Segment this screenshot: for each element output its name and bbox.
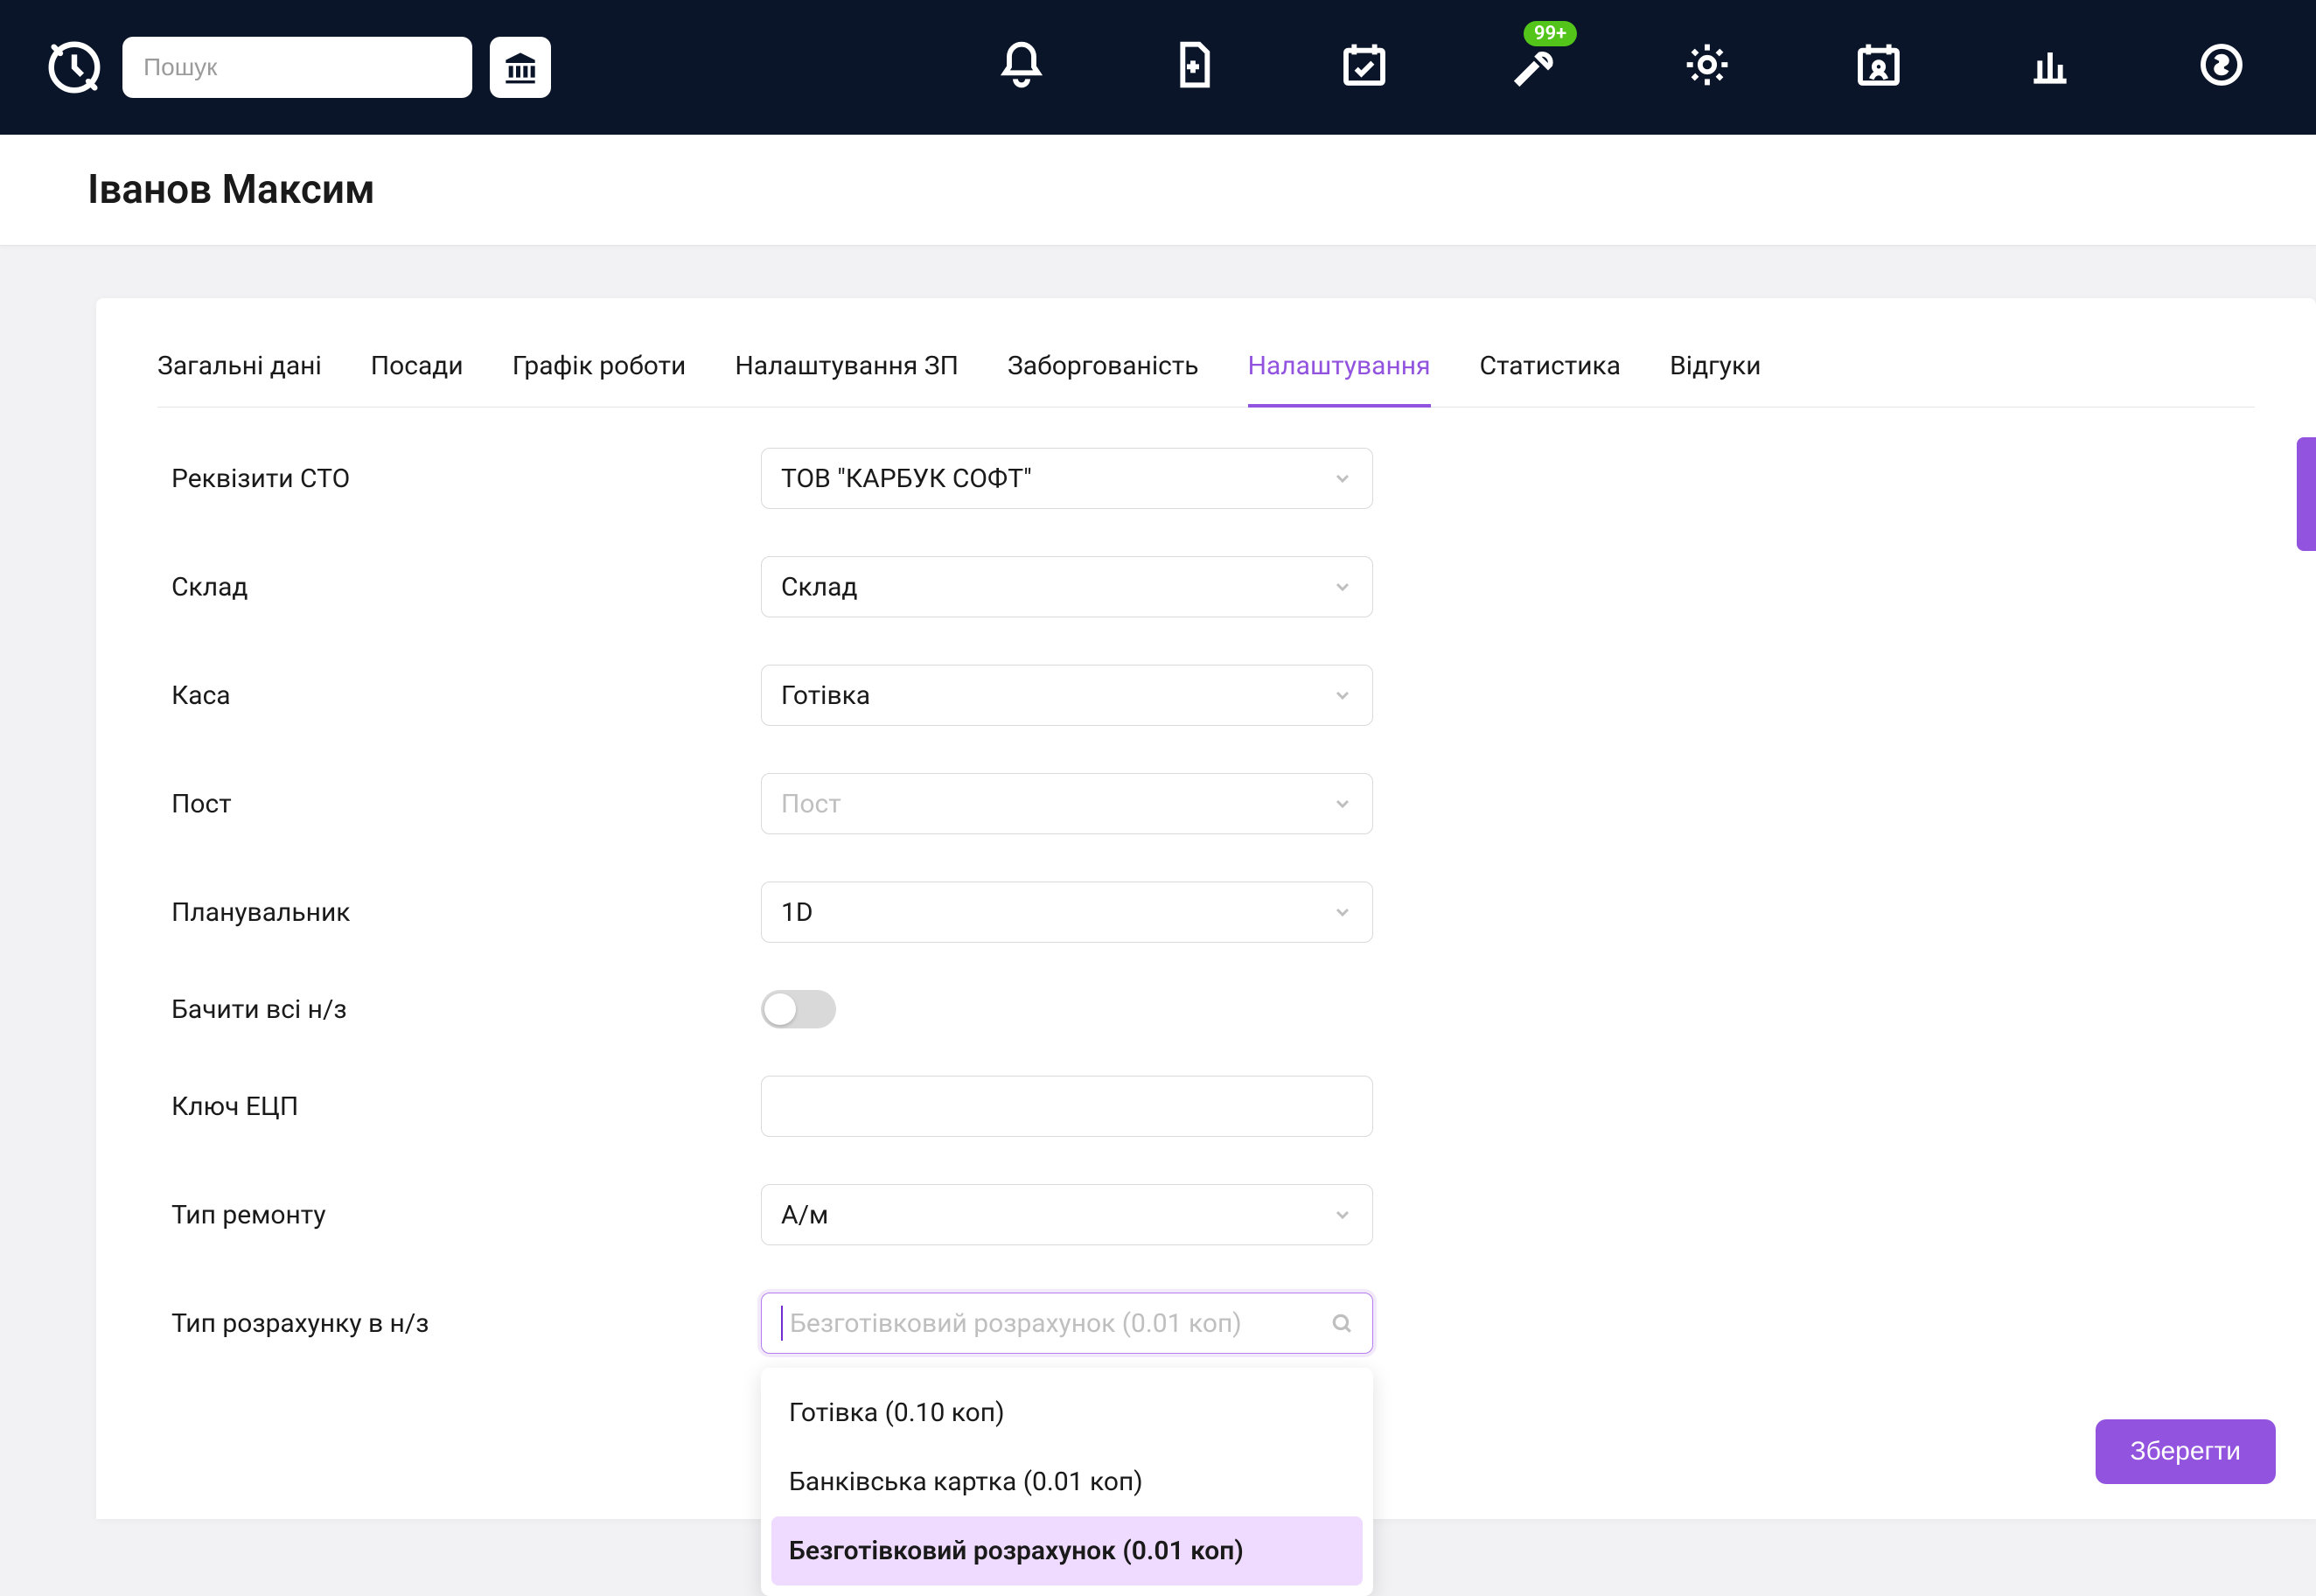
wrench-icon — [1511, 40, 1560, 89]
bank-button[interactable] — [490, 37, 551, 98]
bar-chart-icon — [2026, 40, 2075, 89]
cashbox-label: Каса — [157, 680, 761, 711]
search-icon — [1330, 1312, 1353, 1335]
tab-reviews[interactable]: Відгуки — [1670, 351, 1761, 408]
warehouse-label: Склад — [157, 572, 761, 603]
chevron-down-icon — [1332, 793, 1353, 814]
save-button[interactable]: Зберегти — [2096, 1419, 2276, 1484]
requisites-select[interactable]: ТОВ "КАРБУК СОФТ" — [761, 448, 1373, 509]
bell-icon — [997, 40, 1046, 89]
tools-button[interactable]: 99+ — [1511, 40, 1560, 95]
global-search[interactable] — [122, 37, 472, 98]
staff-calendar-button[interactable] — [1854, 40, 1903, 95]
eds-key-input[interactable] — [761, 1076, 1373, 1137]
calc-type-option[interactable]: Готівка (0.10 коп) — [771, 1378, 1363, 1447]
repair-type-value: А/м — [781, 1200, 828, 1230]
tab-general[interactable]: Загальні дані — [157, 351, 322, 408]
repair-type-select[interactable]: А/м — [761, 1184, 1373, 1245]
tab-settings[interactable]: Налаштування — [1248, 351, 1431, 408]
cashbox-select[interactable]: Готівка — [761, 665, 1373, 726]
bank-icon — [503, 50, 538, 85]
chevron-down-icon — [1332, 468, 1353, 489]
tab-posts[interactable]: Посади — [371, 351, 464, 408]
side-tab-handle[interactable] — [2297, 437, 2316, 551]
gear-icon — [1683, 40, 1732, 89]
calc-type-dropdown: Готівка (0.10 коп) Банківська картка (0.… — [761, 1368, 1373, 1596]
cashbox-value: Готівка — [781, 680, 870, 711]
right-rail — [2297, 437, 2316, 988]
notifications-button[interactable] — [997, 40, 1046, 95]
reports-button[interactable] — [2026, 40, 2075, 95]
tab-schedule[interactable]: Графік роботи — [513, 351, 687, 408]
app-logo-icon[interactable] — [44, 37, 105, 98]
planner-select[interactable]: 1D — [761, 882, 1373, 943]
eds-key-label: Ключ ЕЦП — [157, 1091, 761, 1122]
finance-button[interactable] — [2197, 40, 2246, 95]
post-placeholder: Пост — [781, 789, 841, 819]
calc-type-placeholder: Безготівковий розрахунок (0.01 коп) — [790, 1308, 1242, 1339]
post-select[interactable]: Пост — [761, 773, 1373, 834]
search-input[interactable] — [143, 53, 459, 81]
planner-value: 1D — [781, 897, 813, 928]
post-label: Пост — [157, 789, 761, 819]
tab-salary[interactable]: Налаштування ЗП — [735, 351, 959, 408]
warehouse-value: Склад — [781, 572, 858, 603]
tabs: Загальні дані Посади Графік роботи Налаш… — [157, 351, 2255, 408]
top-icons: 99+ — [997, 40, 2246, 95]
repair-type-label: Тип ремонту — [157, 1200, 761, 1230]
file-plus-icon — [1168, 40, 1217, 89]
settings-form: Реквізити СТО ТОВ "КАРБУК СОФТ" Склад Ск… — [157, 448, 2255, 1354]
see-all-switch[interactable] — [761, 990, 836, 1028]
calendar-check-button[interactable] — [1340, 40, 1389, 95]
tab-debt[interactable]: Заборгованість — [1008, 351, 1199, 408]
see-all-label: Бачити всі н/з — [157, 994, 761, 1025]
chevron-down-icon — [1332, 685, 1353, 706]
tools-badge: 99+ — [1524, 21, 1577, 46]
chevron-down-icon — [1332, 576, 1353, 597]
new-doc-button[interactable] — [1168, 40, 1217, 95]
settings-card: Загальні дані Посади Графік роботи Налаш… — [96, 298, 2316, 1519]
calc-type-select[interactable]: Безготівковий розрахунок (0.01 коп) — [761, 1293, 1373, 1354]
planner-label: Планувальник — [157, 897, 761, 928]
page-header: Іванов Максим — [0, 135, 2316, 246]
chevron-down-icon — [1332, 1204, 1353, 1225]
topbar: 99+ — [0, 0, 2316, 135]
requisites-value: ТОВ "КАРБУК СОФТ" — [781, 463, 1032, 494]
calendar-check-icon — [1340, 40, 1389, 89]
warehouse-select[interactable]: Склад — [761, 556, 1373, 617]
calendar-user-icon — [1854, 40, 1903, 89]
calc-type-label: Тип розрахунку в н/з — [157, 1308, 761, 1339]
page-title: Іванов Максим — [87, 166, 2229, 213]
settings-button[interactable] — [1683, 40, 1732, 95]
chevron-down-icon — [1332, 902, 1353, 923]
calc-type-option[interactable]: Банківська картка (0.01 коп) — [771, 1447, 1363, 1516]
dollar-circle-icon — [2197, 40, 2246, 89]
tab-stats[interactable]: Статистика — [1480, 351, 1622, 408]
calc-type-option[interactable]: Безготівковий розрахунок (0.01 коп) — [771, 1516, 1363, 1586]
requisites-label: Реквізити СТО — [157, 463, 761, 494]
